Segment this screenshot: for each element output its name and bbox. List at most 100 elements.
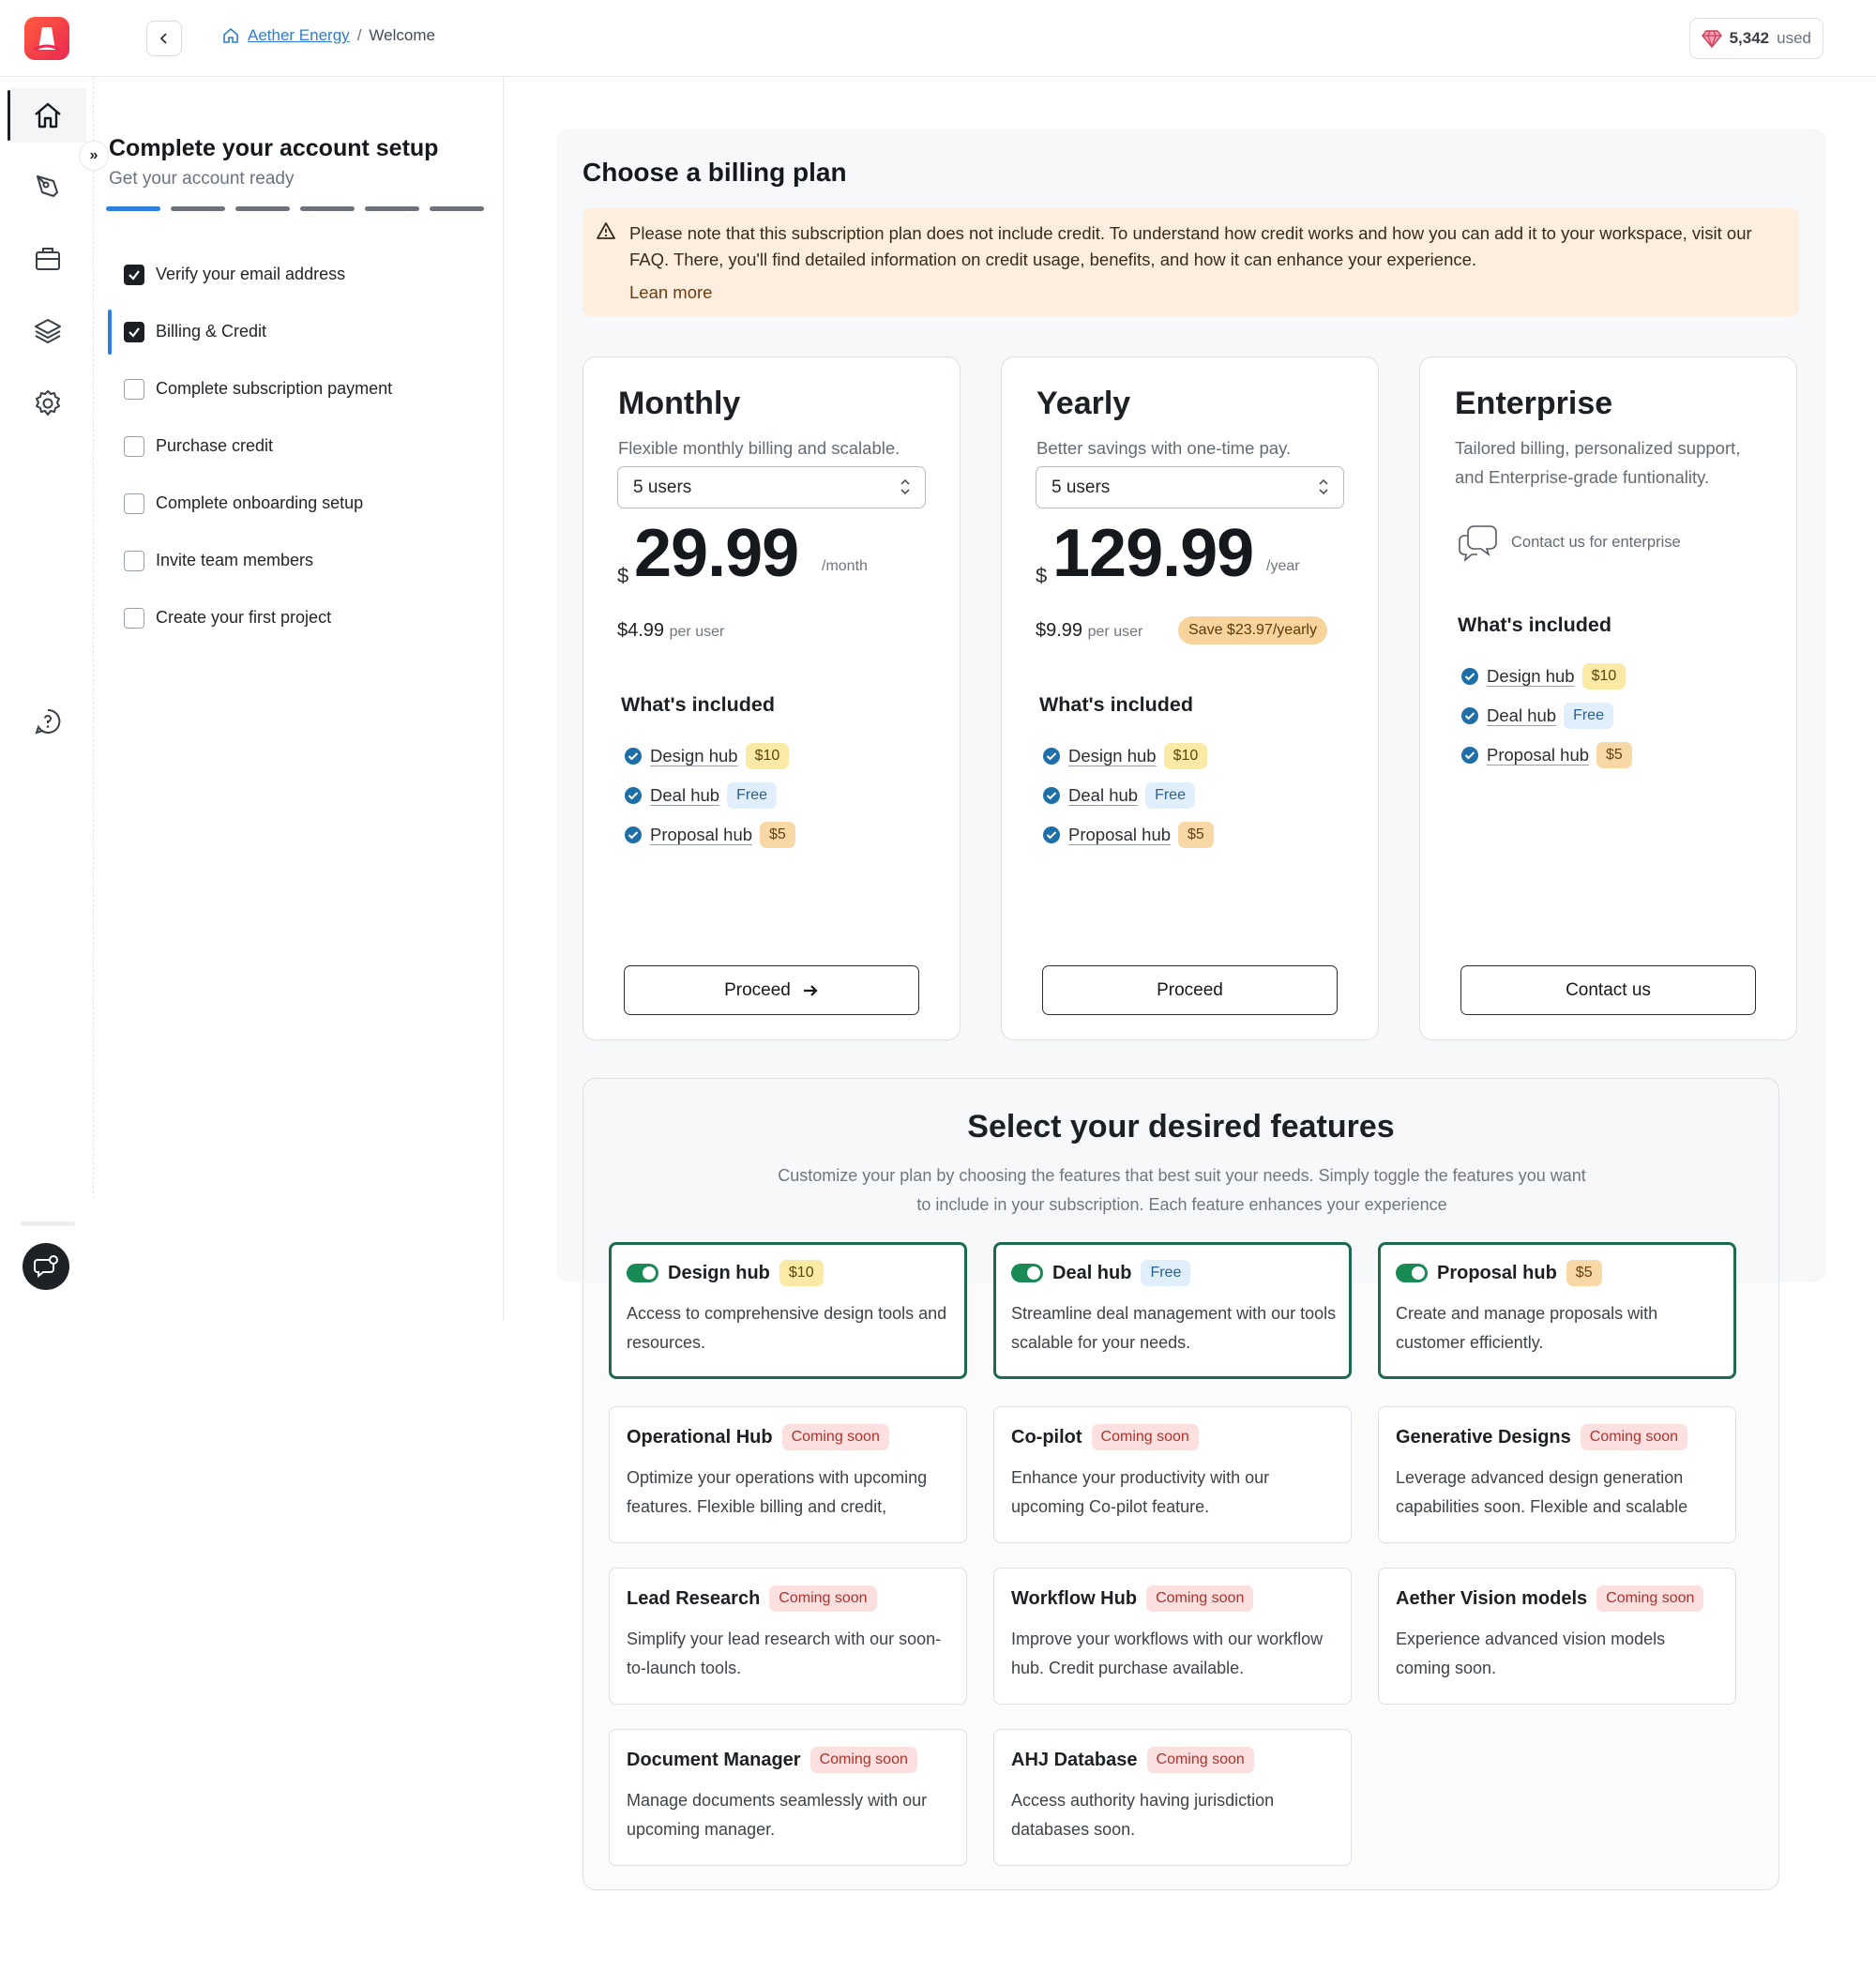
proceed-monthly-button[interactable]: Proceed	[624, 965, 919, 1015]
setup-step-label: Invite team members	[156, 551, 314, 569]
currency-symbol: $	[1036, 564, 1048, 587]
setup-step-verify-email[interactable]: Verify your email address	[109, 246, 484, 303]
feature-card-operational-hub: Operational Hub Coming soon Optimize your…	[609, 1406, 967, 1543]
feature-card-ahj-database: AHJ Database Coming soon Access authority…	[993, 1729, 1352, 1866]
price-tag: $5	[1566, 1260, 1602, 1286]
included-feature: Deal hub Free	[624, 776, 795, 815]
chevron-left-icon	[159, 33, 167, 44]
feature-card-lead-research: Lead Research Coming soon Simplify your l…	[609, 1568, 967, 1705]
included-feature: Proposal hub $5	[624, 815, 795, 855]
price-tag: $5	[760, 822, 795, 848]
included-features-list: Design hub $10 Deal hub Free Proposal hub $…	[624, 736, 795, 855]
checkbox-checked[interactable]	[124, 264, 144, 285]
breadcrumb-org-link[interactable]: Aether Energy	[248, 26, 350, 45]
setup-subtitle: Get your account ready	[109, 169, 295, 189]
feature-link[interactable]: Proposal hub	[1068, 825, 1171, 845]
learn-more-link[interactable]: Lean more	[629, 282, 712, 303]
price-tag: $10	[779, 1260, 824, 1286]
rail-settings[interactable]	[9, 376, 86, 431]
setup-steps-list: Verify your email address Billing & Cred…	[108, 246, 484, 646]
home-link-icon[interactable]	[221, 26, 240, 45]
feature-name: Design hub	[668, 1262, 770, 1283]
feature-link[interactable]: Proposal hub	[1487, 745, 1589, 766]
feature-card-deal-hub[interactable]: Deal hub Free Streamline deal management …	[993, 1242, 1352, 1379]
setup-step-first-project[interactable]: Create your first project	[109, 589, 484, 646]
top-bar: Aether Energy / Welcome 5,342 used	[0, 0, 1876, 77]
feature-link[interactable]: Design hub	[650, 746, 738, 766]
checkbox[interactable]	[124, 493, 144, 514]
rail-help[interactable]	[9, 694, 86, 749]
users-select[interactable]: 5 users	[617, 466, 926, 508]
support-chat-button[interactable]	[23, 1243, 69, 1290]
feature-link[interactable]: Design hub	[1068, 746, 1157, 766]
rail-design[interactable]	[9, 159, 86, 214]
per-user-price: $4.99 per user	[617, 620, 724, 642]
button-label: Contact us	[1566, 979, 1651, 1000]
check-circle-icon	[1043, 748, 1060, 765]
coming-soon-badge: Coming soon	[1146, 1585, 1254, 1612]
checkbox[interactable]	[124, 607, 144, 629]
feature-link[interactable]: Design hub	[1487, 666, 1575, 687]
included-features-list: Design hub $10 Deal hub Free Proposal hub $…	[1042, 736, 1214, 855]
contact-us-button[interactable]: Contact us	[1460, 965, 1756, 1015]
feature-toggle[interactable]	[1011, 1264, 1043, 1282]
rail-layers[interactable]	[9, 304, 86, 358]
feature-card-proposal-hub[interactable]: Proposal hub $5 Create and manage proposa…	[1378, 1242, 1736, 1379]
price-tag: $5	[1596, 742, 1632, 768]
rail-portfolio[interactable]	[9, 232, 86, 286]
proceed-yearly-button[interactable]: Proceed	[1042, 965, 1338, 1015]
check-icon	[129, 269, 140, 280]
check-circle-icon	[625, 748, 642, 765]
plan-period: /month	[822, 558, 868, 574]
users-select[interactable]: 5 users	[1036, 466, 1344, 508]
icon-rail: »	[0, 77, 109, 1198]
price-tag: $10	[1163, 743, 1208, 769]
breadcrumb-separator: /	[356, 26, 362, 44]
setup-panel: Complete your account setup Get your acc…	[94, 77, 504, 1320]
savings-badge: Save $23.97/yearly	[1178, 616, 1327, 644]
coming-soon-badge: Coming soon	[1596, 1585, 1704, 1612]
feature-link[interactable]: Deal hub	[1487, 705, 1556, 726]
price-tag: Free	[727, 782, 777, 809]
plan-description: Tailored billing, personalized support, …	[1455, 438, 1741, 487]
check-circle-icon	[1461, 668, 1478, 685]
back-button[interactable]	[146, 21, 182, 56]
price-tag: Free	[1141, 1260, 1191, 1286]
notice-message: Please note that this subscription plan …	[629, 223, 1752, 269]
plan-name: Enterprise	[1455, 386, 1613, 421]
setup-step-onboarding[interactable]: Complete onboarding setup	[109, 475, 484, 532]
coming-soon-badge: Coming soon	[769, 1585, 877, 1612]
setup-step-label: Create your first project	[156, 608, 332, 627]
setup-step-purchase-credit[interactable]: Purchase credit	[109, 417, 484, 475]
feature-name: Document Manager	[627, 1749, 801, 1770]
included-title: What's included	[1458, 614, 1611, 636]
feature-description: Leverage advanced design generation capa…	[1396, 1468, 1688, 1516]
chat-bubbles-icon	[1459, 525, 1497, 563]
feature-card-design-hub[interactable]: Design hub $10 Access to comprehensive de…	[609, 1242, 967, 1379]
rail-home[interactable]	[8, 88, 86, 143]
feature-link[interactable]: Deal hub	[1068, 785, 1138, 806]
feature-description: Manage documents seamlessly with our upc…	[627, 1791, 928, 1839]
credits-usage-badge[interactable]: 5,342 used	[1688, 18, 1823, 59]
checkbox[interactable]	[124, 378, 144, 400]
setup-step-label: Purchase credit	[156, 436, 274, 455]
included-feature: Deal hub Free	[1042, 776, 1214, 815]
briefcase-icon	[36, 248, 60, 270]
plan-period: /year	[1266, 558, 1300, 574]
setup-step-subscription-payment[interactable]: Complete subscription payment	[109, 360, 484, 417]
app-logo[interactable]	[24, 17, 69, 60]
setup-step-invite-team[interactable]: Invite team members	[109, 532, 484, 589]
plan-name: Yearly	[1036, 386, 1131, 421]
feature-link[interactable]: Proposal hub	[650, 825, 752, 845]
feature-toggle[interactable]	[1396, 1264, 1428, 1282]
checkbox[interactable]	[124, 550, 144, 571]
feature-toggle[interactable]	[627, 1264, 658, 1282]
feature-link[interactable]: Deal hub	[650, 785, 719, 806]
checkbox-checked[interactable]	[124, 321, 144, 342]
settings-icon	[36, 390, 60, 416]
setup-step-billing-credit[interactable]: Billing & Credit	[108, 303, 484, 360]
plan-price: 29.99	[634, 516, 799, 591]
checkbox[interactable]	[124, 435, 144, 457]
features-title: Select your desired features	[967, 1109, 1395, 1145]
chevron-up-down-icon	[1319, 478, 1328, 495]
